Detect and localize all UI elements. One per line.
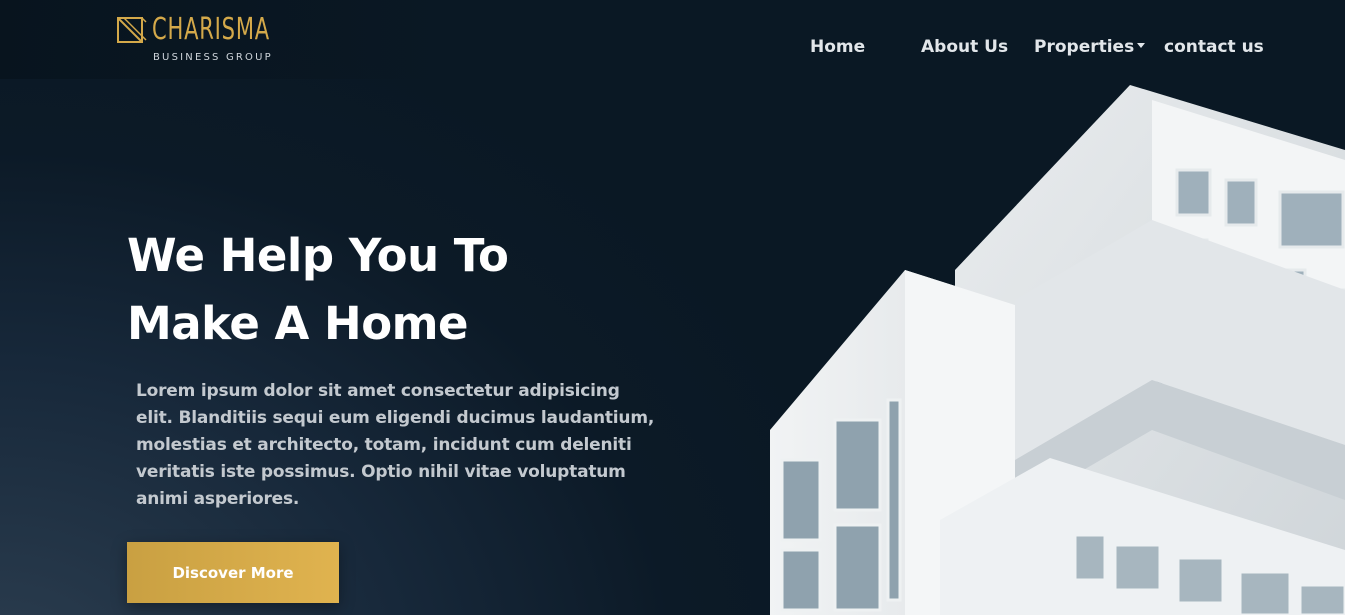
nav-about-us[interactable]: About Us [921,37,1008,57]
caret-down-icon [1137,43,1146,48]
main-nav: Home About Us Properties contact us [0,37,1345,61]
nav-home[interactable]: Home [810,37,865,57]
hero-title-line2: Make A Home [127,297,469,350]
hero-title: We Help You To Make A Home [127,222,647,358]
hero-title-line1: We Help You To [127,229,509,282]
nav-properties-label: Properties [1034,37,1135,57]
nav-properties[interactable]: Properties [1034,37,1146,57]
hero-description: Lorem ipsum dolor sit amet consectetur a… [136,381,655,509]
nav-contact-us[interactable]: contact us [1164,37,1264,57]
discover-more-button[interactable]: Discover More [127,542,339,603]
building-image [770,85,1345,615]
